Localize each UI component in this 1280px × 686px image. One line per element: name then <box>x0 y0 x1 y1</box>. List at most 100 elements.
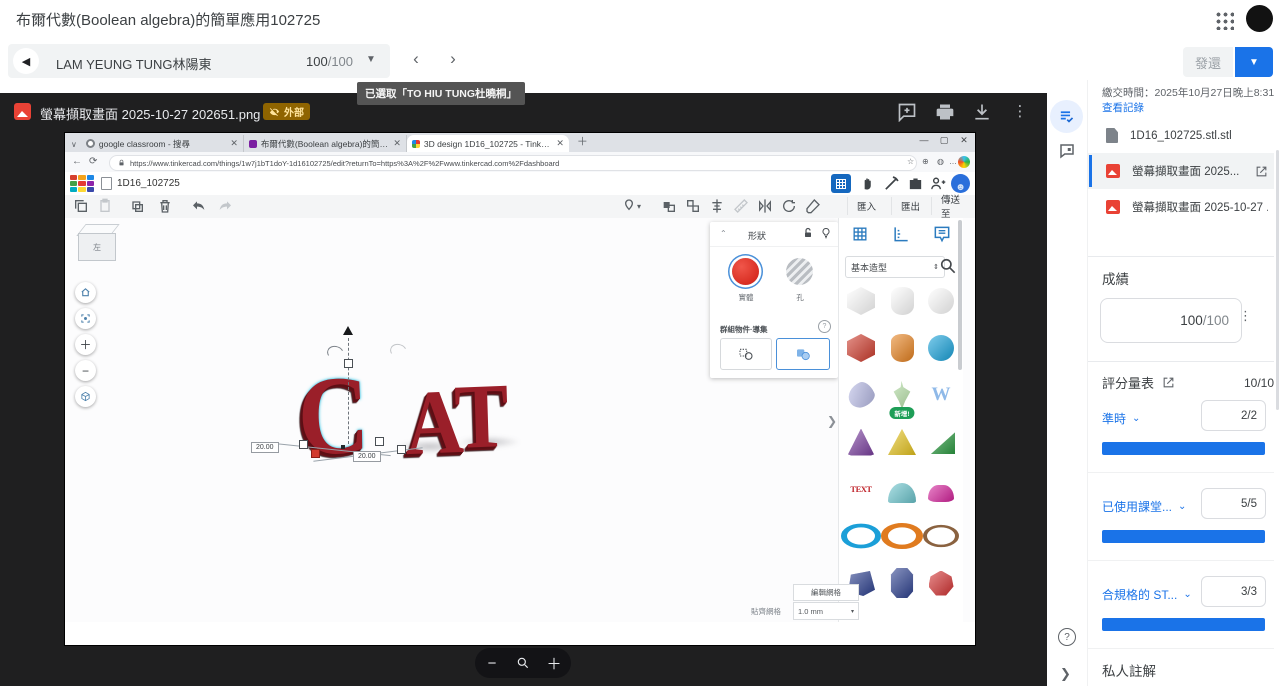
shape-tile-icosahedron[interactable] <box>923 564 959 602</box>
group-option-button[interactable] <box>720 338 772 370</box>
rotate-handle-icon[interactable] <box>388 342 408 361</box>
browser-tab[interactable]: google classroom - 搜尋✕ <box>81 135 244 152</box>
mirror-icon[interactable] <box>757 198 773 214</box>
corner-handle[interactable] <box>375 437 384 446</box>
edge-browser-icon[interactable] <box>958 156 970 168</box>
criterion-label[interactable]: 已使用課堂...⌄ <box>1102 498 1186 515</box>
panel-scrollbar[interactable] <box>958 220 962 370</box>
hand-tool-icon[interactable] <box>859 175 876 192</box>
help-icon[interactable]: ? <box>1058 628 1076 646</box>
shape-tile-cylinder[interactable] <box>881 329 923 367</box>
shape-tile-text-w[interactable]: W <box>923 376 959 414</box>
open-rubric-icon[interactable] <box>1162 376 1175 389</box>
home-view-button[interactable] <box>75 282 96 303</box>
shape-tile-spinner-top[interactable]: 新增! <box>881 376 923 414</box>
shape-tile-scribble[interactable] <box>841 376 881 414</box>
view-cube-face[interactable]: 左 <box>78 233 116 261</box>
window-minimize-icon[interactable]: — <box>917 135 931 145</box>
lock-icon[interactable] <box>802 227 814 239</box>
profile-icon[interactable]: ◍ <box>937 157 944 166</box>
group-icon[interactable] <box>661 198 677 214</box>
shape-tile-tube[interactable] <box>841 517 881 555</box>
search-icon[interactable] <box>938 256 958 276</box>
new-tab-button[interactable]: ＋ <box>577 133 588 149</box>
letter-t-shape[interactable]: T <box>453 369 510 463</box>
tab-close-icon[interactable]: ✕ <box>556 138 564 149</box>
tinkercad-logo[interactable] <box>70 175 94 192</box>
prev-student-button[interactable]: ‹ <box>404 49 428 69</box>
apps-grid-icon[interactable] <box>1214 10 1234 30</box>
criterion-score-input[interactable]: 3/3 <box>1201 576 1266 607</box>
criterion-label[interactable]: 合規格的 ST...⌄ <box>1102 586 1192 603</box>
scale-handle[interactable] <box>344 359 353 368</box>
workplane-icon[interactable] <box>850 224 870 244</box>
print-icon[interactable] <box>935 102 955 122</box>
ungroup-icon[interactable] <box>685 198 701 214</box>
shape-tile-cone[interactable] <box>841 423 881 461</box>
design-name[interactable]: 1D16_102725 <box>101 177 180 190</box>
notes-icon[interactable] <box>932 224 952 244</box>
import-button[interactable]: 匯入 <box>847 197 885 215</box>
solid-color-swatch[interactable] <box>732 258 759 285</box>
undo-icon[interactable] <box>191 198 207 214</box>
tab-search-icon[interactable]: ∨ <box>71 140 77 149</box>
zoom-out-icon[interactable]: − <box>482 655 502 672</box>
comments-tab-icon[interactable] <box>1058 142 1076 160</box>
delete-icon[interactable] <box>157 198 173 214</box>
window-restore-icon[interactable]: ▢ <box>937 135 951 146</box>
browser-menu-icon[interactable]: … <box>949 157 957 166</box>
shape-tile-torus-thin[interactable] <box>923 517 959 555</box>
corner-handle[interactable] <box>397 445 406 454</box>
tinkercad-avatar[interactable]: ☻ <box>951 174 970 193</box>
shape-tile-hole-sphere[interactable] <box>923 282 959 320</box>
dimension-label[interactable]: 20.00 <box>353 451 381 462</box>
open-in-new-icon[interactable] <box>1255 165 1268 178</box>
sidebar-scrollbar[interactable] <box>1276 150 1279 410</box>
address-input[interactable]: https://www.tinkercad.com/things/1w7j1bT… <box>109 155 917 171</box>
magnifier-icon[interactable] <box>516 656 530 670</box>
return-dropdown-button[interactable]: ▼ <box>1235 47 1273 77</box>
download-icon[interactable] <box>972 102 992 122</box>
collapse-icon[interactable]: ⌃ <box>720 229 727 238</box>
zoom-in-button[interactable]: ＋ <box>75 334 96 355</box>
collections-icon[interactable]: ⊕ <box>922 157 929 166</box>
next-student-button[interactable]: › <box>441 49 465 69</box>
shape-tile-pyramid[interactable] <box>881 423 923 461</box>
grade-menu-icon[interactable]: ⋮ <box>1239 308 1252 324</box>
export-button[interactable]: 匯出 <box>891 197 929 215</box>
help-icon[interactable]: ? <box>818 320 831 333</box>
hole-swatch[interactable] <box>786 258 813 285</box>
shape-tile-prism[interactable] <box>881 564 923 602</box>
attachment-row[interactable]: 螢幕擷取畫面 2025-10-27 ... <box>1088 189 1274 225</box>
chevron-down-icon[interactable]: ▼ <box>366 54 376 65</box>
criterion-score-input[interactable]: 5/5 <box>1201 488 1266 519</box>
tab-close-icon[interactable]: ✕ <box>393 138 401 149</box>
dimension-label[interactable]: 20.00 <box>251 442 279 453</box>
tab-close-icon[interactable]: ✕ <box>230 138 238 149</box>
shape-tile-hole-cylinder[interactable] <box>881 282 923 320</box>
rotate-icon[interactable] <box>781 198 797 214</box>
edit-grid-button[interactable]: 編輯網格 <box>793 584 859 601</box>
return-button[interactable]: 發還 <box>1183 47 1233 77</box>
add-person-icon[interactable] <box>929 175 946 192</box>
shape-tile-text[interactable]: TEXT <box>841 470 881 508</box>
refresh-icon[interactable]: ⟳ <box>89 156 97 167</box>
ruler-tool-icon[interactable] <box>891 224 911 244</box>
shape-category-dropdown[interactable]: 基本造型⇕ <box>845 256 945 278</box>
perspective-toggle-button[interactable] <box>75 386 96 407</box>
align-icon[interactable] <box>709 198 725 214</box>
paint-icon[interactable] <box>805 198 821 214</box>
criterion-label[interactable]: 準時⌄ <box>1102 410 1140 427</box>
view-cube[interactable]: 左 <box>77 224 119 264</box>
history-link[interactable]: 查看記錄 <box>1102 100 1144 115</box>
attachment-row[interactable]: 螢幕擷取畫面 2025... <box>1088 153 1274 189</box>
tinkercad-canvas[interactable]: C A T 20.00 20.00 <box>65 218 975 622</box>
shape-tile-box[interactable] <box>841 329 881 367</box>
shape-tile-hole-box[interactable] <box>841 282 881 320</box>
raise-handle-icon[interactable] <box>343 326 353 335</box>
favorites-icon[interactable]: ☆ <box>907 157 914 166</box>
lightbulb-icon[interactable] <box>820 227 832 239</box>
ruler-icon[interactable] <box>733 198 749 214</box>
paste-icon[interactable] <box>97 198 113 214</box>
sidebar-collapse-icon[interactable]: ❯ <box>1060 666 1071 682</box>
